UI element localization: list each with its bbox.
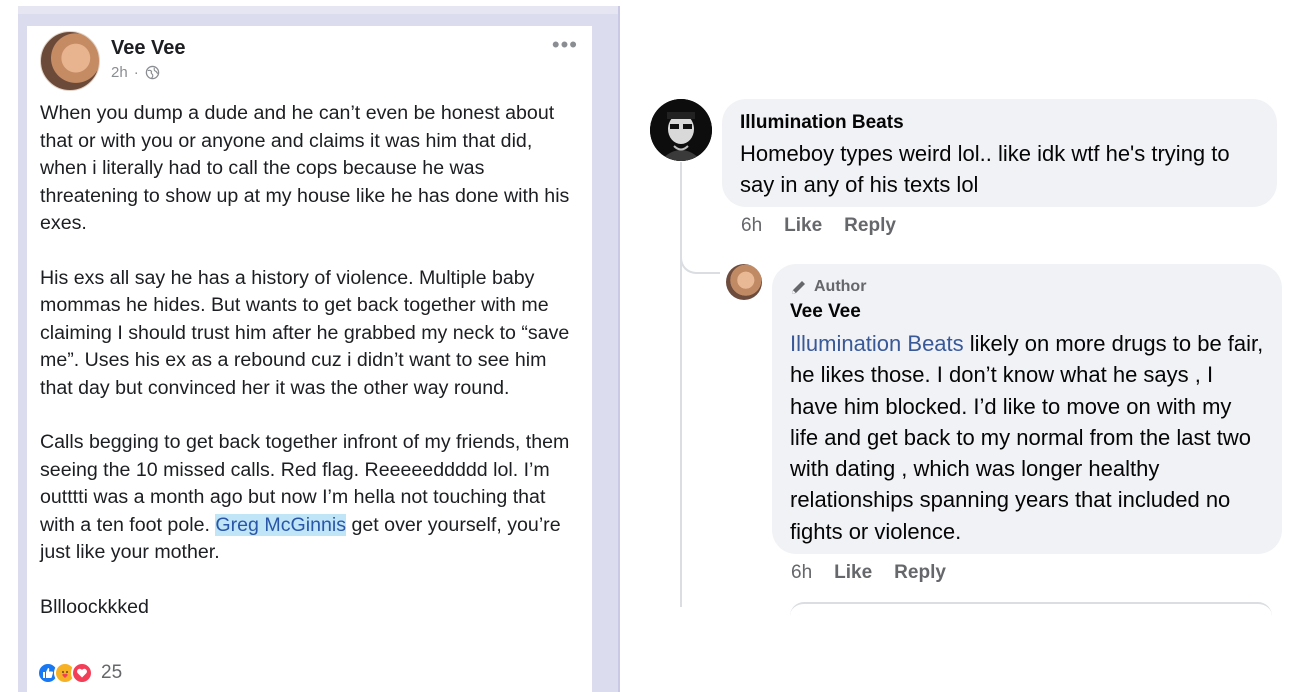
post-body: When you dump a dude and he can’t even b… xyxy=(40,100,580,621)
post-paragraph: When you dump a dude and he can’t even b… xyxy=(40,102,570,234)
comment-text: Homeboy types weird lol.. like idk wtf h… xyxy=(740,141,1230,197)
reaction-count: 25 xyxy=(101,662,123,683)
post-meta: 2h · xyxy=(111,64,160,81)
reply-time[interactable]: 6h xyxy=(791,562,812,584)
post-card: Vee Vee 2h · ••• When you dump a dude an… xyxy=(27,26,592,692)
post-closing: Bllloockkked xyxy=(40,595,149,618)
reply-button[interactable]: Reply xyxy=(894,562,946,584)
more-icon: ••• xyxy=(551,32,578,57)
comment-actions: 6h Like Reply xyxy=(741,215,896,237)
meta-separator: · xyxy=(133,64,139,81)
reply-text: Illumination Beats likely on more drugs … xyxy=(790,328,1264,547)
comment-bubble: Illumination Beats Homeboy types weird l… xyxy=(722,99,1277,207)
reply-text-body: likely on more drugs to be fair, he like… xyxy=(790,331,1264,544)
post-screenshot: Vee Vee 2h · ••• When you dump a dude an… xyxy=(18,6,620,692)
comment-time[interactable]: 6h xyxy=(741,215,762,237)
reply-author[interactable]: Vee Vee xyxy=(790,300,1264,324)
reactions-summary[interactable]: 25 xyxy=(37,662,122,684)
like-button[interactable]: Like xyxy=(784,215,822,237)
post-paragraph: Calls begging to get back together infro… xyxy=(40,429,580,567)
thread-connector xyxy=(680,248,720,274)
author-badge: Author xyxy=(790,276,1264,298)
post-time[interactable]: 2h xyxy=(111,64,128,81)
comment-author[interactable]: Illumination Beats xyxy=(740,111,1259,135)
globe-icon xyxy=(145,65,159,80)
cropped-top-edge xyxy=(18,6,618,14)
post-paragraph: His exs all say he has a history of viol… xyxy=(40,266,570,399)
more-options-button[interactable]: ••• xyxy=(552,32,578,58)
pencil-icon xyxy=(792,281,805,294)
like-button[interactable]: Like xyxy=(834,562,872,584)
next-comment-edge xyxy=(790,602,1272,616)
reply-bubble: Author Vee Vee Illumination Beats likely… xyxy=(772,264,1282,554)
post-author-name[interactable]: Vee Vee xyxy=(111,37,186,60)
reply-mention-link[interactable]: Illumination Beats xyxy=(790,331,964,356)
reply-button[interactable]: Reply xyxy=(844,215,896,237)
mention-link[interactable]: Greg McGinnis xyxy=(215,513,347,536)
reply-author-avatar[interactable] xyxy=(726,264,762,300)
author-badge-label: Author xyxy=(814,278,867,295)
commenter-avatar[interactable] xyxy=(650,99,712,161)
love-icon xyxy=(71,662,93,684)
post-author-avatar[interactable] xyxy=(40,31,100,91)
thread-line xyxy=(680,262,682,607)
reply-actions: 6h Like Reply xyxy=(791,562,946,584)
